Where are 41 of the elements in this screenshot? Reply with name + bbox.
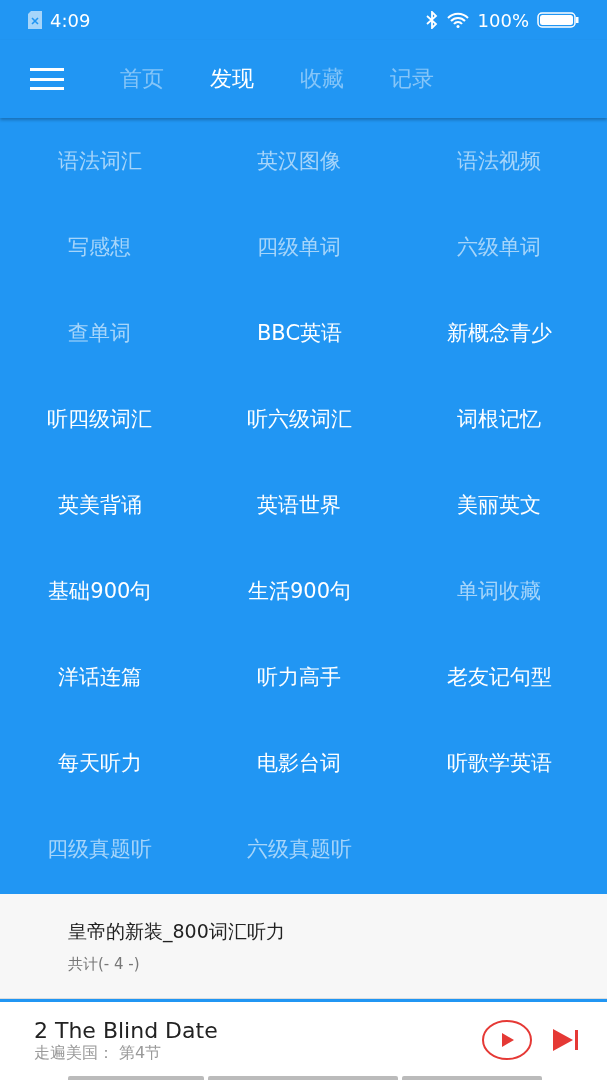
category-item[interactable]: 六级真题听 [245,831,354,867]
bluetooth-icon [425,11,438,29]
category-item[interactable]: 查单词 [66,315,134,351]
category-item[interactable]: 词根记忆 [455,401,544,437]
category-item[interactable]: BBC英语 [254,315,345,351]
menu-button[interactable] [30,68,64,90]
book-count: 共计(- 4 -) [68,954,141,974]
category-item[interactable]: 英汉图像 [255,143,344,179]
category-item[interactable]: 六级单词 [455,229,544,265]
category-item[interactable]: 电影台词 [255,745,344,781]
category-item[interactable]: 洋话连篇 [55,659,144,695]
category-item[interactable]: 语法词汇 [55,143,144,179]
category-item[interactable]: 英语世界 [255,487,344,523]
category-item[interactable]: 新概念青少 [444,315,554,351]
category-item[interactable]: 写感想 [66,229,134,265]
battery-percent: 100% [477,9,529,31]
nav-tab[interactable]: 收藏 [300,58,344,100]
book-title: 皇帝的新装_800词汇听力 [68,918,286,945]
category-item[interactable]: 听力高手 [255,659,344,695]
category-item[interactable]: 老友记句型 [444,659,554,695]
clock-time: 4:09 [50,9,91,31]
wifi-icon [445,12,470,28]
category-item[interactable]: 四级真题听 [45,831,155,867]
category-item[interactable]: 听六级词汇 [245,401,354,437]
category-item[interactable]: 听四级词汇 [45,401,155,437]
sim-card-icon [28,11,42,29]
nav-tab[interactable]: 记录 [390,58,434,100]
category-item[interactable]: 美丽英文 [455,487,544,523]
category-item[interactable]: 单词收藏 [455,573,544,609]
category-item[interactable]: 基础900句 [46,573,154,609]
track-subtitle: 走遍美国： 第4节 [34,1043,163,1064]
category-item[interactable]: 四级单词 [255,229,344,265]
category-item[interactable]: 语法视频 [455,143,544,179]
battery-icon [537,12,579,28]
category-item[interactable]: 英美背诵 [55,487,144,523]
nav-tab[interactable]: 首页 [120,58,164,100]
track-title: 2 The Blind Date [34,1018,219,1043]
category-item[interactable]: 每天听力 [55,745,144,781]
nav-tab[interactable]: 发现 [210,58,254,100]
category-item[interactable]: 生活900句 [245,573,354,609]
category-item[interactable]: 听歌学英语 [444,745,554,781]
